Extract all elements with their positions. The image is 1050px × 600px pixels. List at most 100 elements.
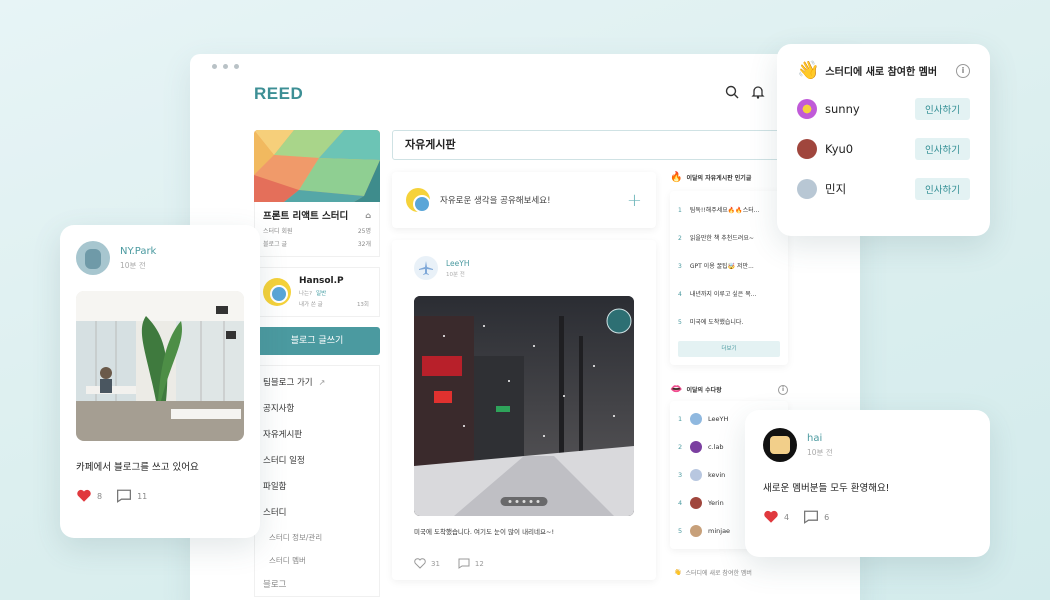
comment-count: 11 (137, 491, 148, 501)
popular-title: 이달의 자유게시판 인기글 (686, 175, 752, 182)
card-author[interactable]: NY.Park (120, 246, 156, 257)
post-image[interactable] (76, 291, 244, 441)
card-text: 새로운 멤버분들 모두 환영해요! (763, 483, 890, 494)
comment-count: 6 (824, 512, 830, 522)
bell-icon[interactable] (750, 84, 766, 100)
comment-button[interactable]: 6 (803, 510, 829, 524)
plus-icon[interactable]: + (627, 190, 642, 211)
member-name: 민지 (825, 182, 847, 196)
card-time: 10분 전 (807, 447, 833, 457)
greet-button[interactable]: 인사하기 (915, 138, 970, 160)
sidebar-item-notice[interactable]: 공지사항 (255, 396, 379, 422)
study-stat-row: 블로그 글 32개 (263, 239, 371, 248)
sidebar-menu: 팀블로그 가기 ↗ 공지사항 자유게시판 스터디 일정 파일함 스터디 스터디 … (254, 365, 380, 597)
lips-icon: 👄 (670, 384, 683, 395)
greet-button[interactable]: 인사하기 (915, 98, 970, 120)
avatar (797, 99, 817, 119)
list-item[interactable]: 5 미국에 도착했습니다. (678, 309, 780, 337)
like-count: 4 (784, 512, 790, 522)
sidebar-item-study[interactable]: 스터디 (255, 500, 379, 526)
avatar (690, 441, 702, 453)
user-posts-value: 13회 (356, 302, 369, 308)
study-info-card: 프론트 리액트 스터디 ⌂ 스터디 회원 25명 블로그 글 32개 (254, 202, 380, 257)
stage: REED 프론트 리액트 스터디 ⌂ 스터디 회원 25명 블로그 글 32개 … (0, 0, 1050, 600)
more-button[interactable]: 더보기 (678, 341, 780, 357)
floating-comment-card: hai 10분 전 새로운 멤버분들 모두 환영해요! 4 6 (745, 410, 990, 557)
member-row: 민지 인사하기 (797, 177, 970, 201)
list-item[interactable]: 4 내년까지 이루고 싶은 목... (678, 281, 780, 309)
write-blog-button[interactable]: 블로그 글쓰기 (254, 327, 380, 355)
info-icon[interactable]: i (778, 384, 788, 395)
heart-icon (77, 489, 91, 502)
sidebar-item-schedule[interactable]: 스터디 일정 (255, 448, 379, 474)
post-text: 미국에 도착했습니다. 여기도 눈이 많이 내리네요~! (414, 528, 555, 536)
heart-icon (764, 510, 778, 523)
user-name: Hansol.P (299, 276, 344, 286)
sidebar-subitem-study-info[interactable]: 스터디 정보/관리 (255, 526, 379, 549)
sidebar-item-blog[interactable]: 블로그 (255, 572, 379, 596)
heart-icon (414, 558, 426, 569)
external-link-icon: ↗ (318, 378, 326, 387)
members-title: 스터디에 새로 참여한 멤버 (825, 67, 938, 78)
list-item[interactable]: 1 팀독!!해주세요🔥🔥스터... (678, 197, 780, 225)
sidebar-item-label: 팀블로그 가기 (263, 378, 313, 388)
greet-button[interactable]: 인사하기 (915, 178, 970, 200)
user-card: Hansol.P 나는? 일반 내가 쓴 글 13회 (254, 267, 380, 317)
member-row: sunny 인사하기 (797, 97, 970, 121)
list-item[interactable]: 2 읽을만한 책 추천드려요~ (678, 225, 780, 253)
new-members-link[interactable]: 👋 스터디에 새로 참여한 멤버 (674, 568, 752, 577)
search-icon[interactable] (724, 84, 740, 100)
fire-icon: 🔥 (670, 172, 683, 183)
like-button[interactable]: 8 (76, 489, 102, 503)
user-role-badge: 일반 (316, 291, 327, 297)
post-composer[interactable]: 자유로운 생각을 공유해보세요! + (392, 172, 656, 228)
sidebar-item-files[interactable]: 파일함 (255, 474, 379, 500)
like-button[interactable]: 4 (763, 510, 789, 524)
comment-count: 12 (474, 559, 484, 568)
wave-icon: 👋 (674, 569, 682, 576)
avatar (763, 428, 797, 462)
comment-icon (458, 558, 470, 569)
study-stat-value: 25명 (357, 228, 371, 235)
avatar (690, 469, 702, 481)
carousel-pager[interactable] (500, 497, 548, 506)
comment-button[interactable]: 11 (116, 489, 147, 503)
sidebar: 프론트 리액트 스터디 ⌂ 스터디 회원 25명 블로그 글 32개 Hanso… (254, 130, 380, 597)
feed-post: LeeYH 10분 전 미국에 도착했습니다. 여기도 눈이 많이 내리네요~!… (392, 240, 656, 580)
avatar (797, 139, 817, 159)
new-members-card: 👋 스터디에 새로 참여한 멤버 i sunny 인사하기 Kyu0 인사하기 … (777, 44, 990, 236)
chat-rank-title: 이달의 수다왕 (686, 387, 722, 394)
card-time: 10분 전 (120, 260, 146, 270)
window-controls (212, 64, 239, 69)
info-icon[interactable]: i (956, 63, 970, 78)
sidebar-item-free-board[interactable]: 자유게시판 (255, 422, 379, 448)
study-stat-label: 블로그 글 (263, 241, 287, 248)
composer-placeholder[interactable]: 자유로운 생각을 공유해보세요! (440, 194, 617, 206)
like-button[interactable]: 31 (414, 558, 440, 569)
avatar (797, 179, 817, 199)
post-author[interactable]: LeeYH (446, 259, 470, 268)
brand-logo[interactable]: REED (254, 84, 303, 104)
member-name: Kyu0 (825, 142, 854, 156)
post-time: 10분 전 (446, 271, 465, 278)
avatar (690, 497, 702, 509)
study-title: 프론트 리액트 스터디 (263, 211, 349, 222)
home-icon[interactable]: ⌂ (365, 211, 371, 220)
post-image[interactable] (414, 296, 634, 516)
avatar (414, 256, 438, 280)
like-count: 31 (431, 559, 440, 568)
avatar (690, 525, 702, 537)
floating-post-card: NY.Park 10분 전 카페에서 블로그를 쓰고 있어요 8 11 (60, 225, 260, 538)
comment-icon (117, 489, 132, 503)
sidebar-subitem-study-members[interactable]: 스터디 멤버 (255, 549, 379, 572)
sidebar-item-team-blog[interactable]: 팀블로그 가기 ↗ (255, 370, 379, 396)
avatar (76, 241, 110, 275)
study-stat-label: 스터디 회원 (263, 228, 293, 235)
card-text: 카페에서 블로그를 쓰고 있어요 (76, 462, 199, 473)
study-cover-image (254, 130, 380, 202)
comment-button[interactable]: 12 (458, 558, 484, 569)
member-row: Kyu0 인사하기 (797, 137, 970, 161)
list-item[interactable]: 3 GPT 이용 꿀팁🤯 저만... (678, 253, 780, 281)
popular-posts-panel: 🔥 이달의 자유게시판 인기글 1 팀독!!해주세요🔥🔥스터... 2 읽을만한 책… (670, 172, 788, 365)
card-author[interactable]: hai (807, 433, 833, 444)
